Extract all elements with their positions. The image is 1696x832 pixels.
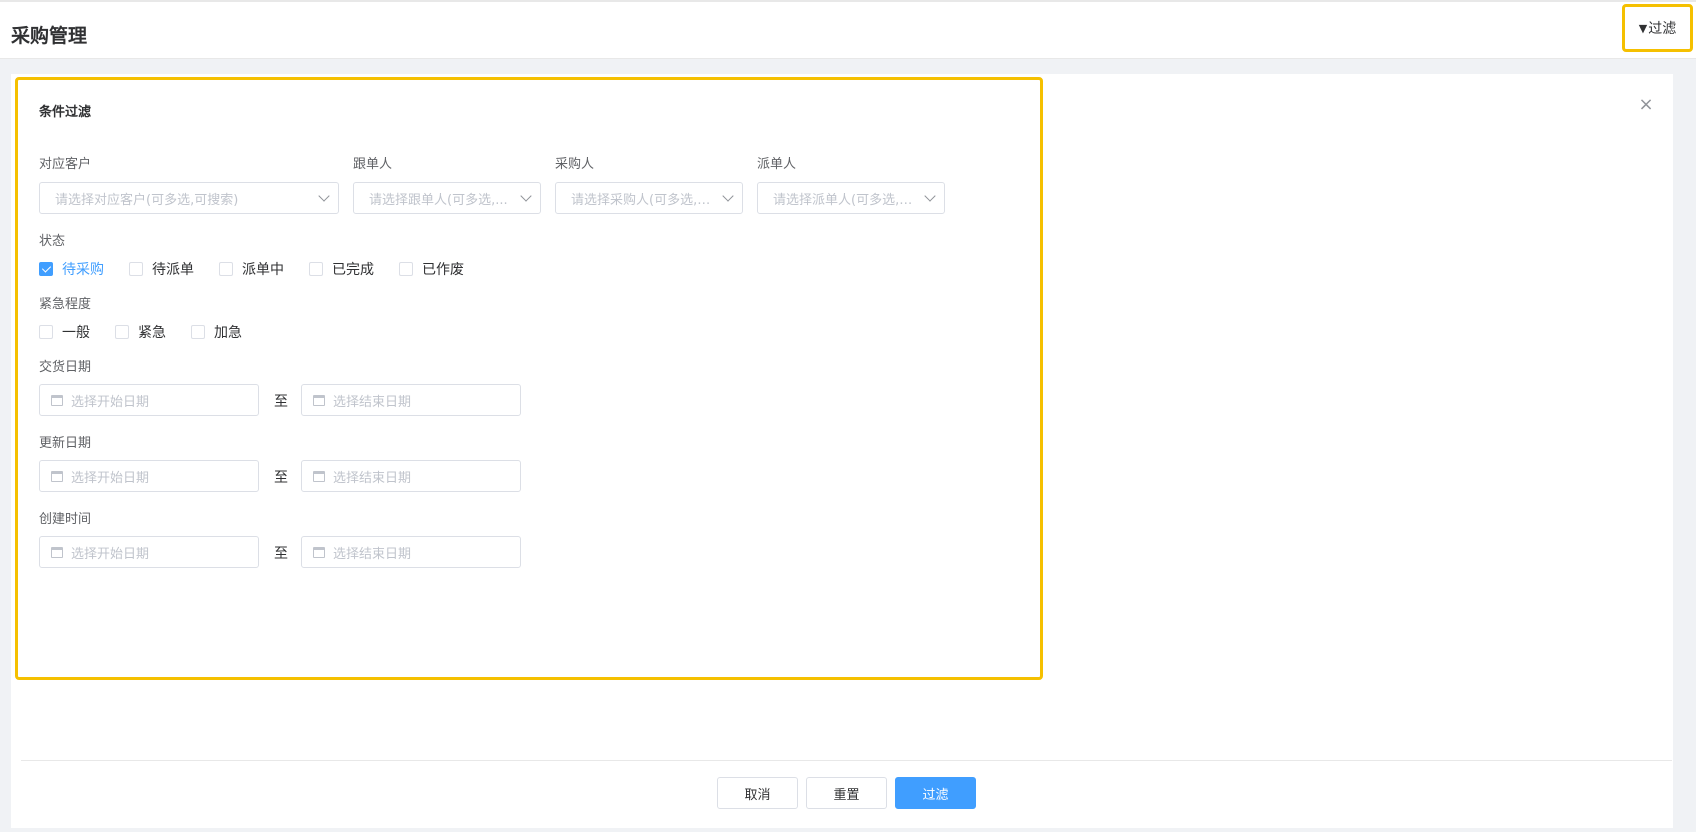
status-option[interactable]: 待采购 xyxy=(39,259,104,279)
filter-submit-button[interactable]: 过滤 xyxy=(895,777,976,809)
urgency-option-label: 加急 xyxy=(214,325,242,341)
update-start-placeholder: 选择开始日期 xyxy=(71,470,150,486)
create-time-label: 创建时间 xyxy=(39,512,92,527)
urgency-option-label: 一般 xyxy=(62,325,90,341)
status-option[interactable]: 待派单 xyxy=(129,259,194,279)
chevron-down-icon xyxy=(722,190,734,202)
status-option[interactable]: 已作废 xyxy=(399,259,464,279)
status-option-label: 派单中 xyxy=(242,262,284,278)
status-option[interactable]: 已完成 xyxy=(309,259,374,279)
customer-label: 对应客户 xyxy=(39,157,92,172)
status-option-label: 待派单 xyxy=(152,262,194,278)
funnel-icon: ▼ xyxy=(1638,21,1648,35)
urgency-option[interactable]: 紧急 xyxy=(115,322,166,342)
checkbox-checked-icon[interactable] xyxy=(39,262,53,276)
dispatcher-label: 派单人 xyxy=(757,157,797,172)
delivery-start-placeholder: 选择开始日期 xyxy=(71,394,150,410)
checkbox-icon[interactable] xyxy=(129,262,143,276)
customer-select[interactable]: 请选择对应客户(可多选,可搜索) xyxy=(39,182,339,214)
urgency-option-label: 紧急 xyxy=(138,325,166,341)
follower-label: 跟单人 xyxy=(353,157,393,172)
filter-toggle-button[interactable]: ▼ 过滤 xyxy=(1622,4,1693,52)
status-option-label: 已作废 xyxy=(422,262,464,278)
checkbox-icon[interactable] xyxy=(115,325,129,339)
update-start-date-input[interactable]: 选择开始日期 xyxy=(39,460,259,492)
create-start-date-input[interactable]: 选择开始日期 xyxy=(39,536,259,568)
dispatcher-select[interactable]: 请选择派单人(可多选,可... xyxy=(757,182,945,214)
checkbox-icon[interactable] xyxy=(309,262,323,276)
top-bar: 采购管理 xyxy=(0,0,1696,59)
urgency-label: 紧急程度 xyxy=(39,297,92,312)
dispatcher-placeholder: 请选择派单人(可多选,可... xyxy=(773,192,918,208)
status-label: 状态 xyxy=(39,234,66,249)
checkbox-icon[interactable] xyxy=(39,325,53,339)
urgency-option[interactable]: 加急 xyxy=(191,322,242,342)
calendar-icon xyxy=(313,394,325,406)
urgency-option[interactable]: 一般 xyxy=(39,322,90,342)
range-separator: 至 xyxy=(274,546,288,562)
page-title: 采购管理 xyxy=(11,25,88,47)
update-end-placeholder: 选择结束日期 xyxy=(333,470,412,486)
cancel-button[interactable]: 取消 xyxy=(717,777,798,809)
follower-placeholder: 请选择跟单人(可多选,... xyxy=(369,192,508,208)
create-end-date-input[interactable]: 选择结束日期 xyxy=(301,536,521,568)
chevron-down-icon xyxy=(924,190,936,202)
range-separator: 至 xyxy=(274,394,288,410)
reset-button[interactable]: 重置 xyxy=(806,777,887,809)
calendar-icon xyxy=(51,546,63,558)
status-option[interactable]: 派单中 xyxy=(219,259,284,279)
delivery-end-placeholder: 选择结束日期 xyxy=(333,394,412,410)
range-separator: 至 xyxy=(274,470,288,486)
purchaser-placeholder: 请选择采购人(可多选,可... xyxy=(571,192,716,208)
close-icon[interactable]: × xyxy=(1638,96,1654,114)
checkbox-icon[interactable] xyxy=(219,262,233,276)
delivery-start-date-input[interactable]: 选择开始日期 xyxy=(39,384,259,416)
follower-select[interactable]: 请选择跟单人(可多选,... xyxy=(353,182,541,214)
calendar-icon xyxy=(51,470,63,482)
customer-placeholder: 请选择对应客户(可多选,可搜索) xyxy=(55,192,239,208)
status-option-label: 已完成 xyxy=(332,262,374,278)
status-option-label: 待采购 xyxy=(62,262,104,278)
calendar-icon xyxy=(313,470,325,482)
status-checkbox-group: 待采购 待派单 派单中 已完成 已作废 xyxy=(39,259,489,279)
checkbox-icon[interactable] xyxy=(399,262,413,276)
purchaser-label: 采购人 xyxy=(555,157,595,172)
delivery-date-label: 交货日期 xyxy=(39,360,92,375)
panel-title: 条件过滤 xyxy=(39,105,92,120)
update-end-date-input[interactable]: 选择结束日期 xyxy=(301,460,521,492)
delivery-end-date-input[interactable]: 选择结束日期 xyxy=(301,384,521,416)
update-date-label: 更新日期 xyxy=(39,436,92,451)
footer-divider xyxy=(21,760,1672,761)
calendar-icon xyxy=(51,394,63,406)
create-start-placeholder: 选择开始日期 xyxy=(71,546,150,562)
chevron-down-icon xyxy=(318,190,330,202)
checkbox-icon[interactable] xyxy=(191,325,205,339)
create-end-placeholder: 选择结束日期 xyxy=(333,546,412,562)
chevron-down-icon xyxy=(520,190,532,202)
purchaser-select[interactable]: 请选择采购人(可多选,可... xyxy=(555,182,743,214)
urgency-checkbox-group: 一般 紧急 加急 xyxy=(39,322,267,342)
calendar-icon xyxy=(313,546,325,558)
filter-toggle-label: 过滤 xyxy=(1648,21,1677,37)
